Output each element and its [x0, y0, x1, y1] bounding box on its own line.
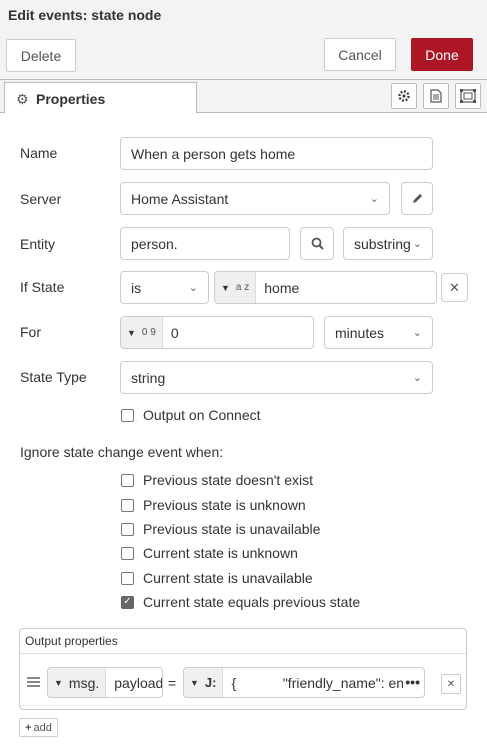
- ignore-option-row: Previous state doesn't exist: [121, 472, 313, 488]
- caret-down-icon: ▼: [190, 677, 199, 688]
- caret-down-icon: ▼: [127, 327, 136, 338]
- ignore-option-label: Current state is unavailable: [143, 570, 313, 586]
- jsonata-type-selector[interactable]: ▼ J:: [184, 668, 224, 697]
- ignore-option-checkbox[interactable]: [121, 522, 134, 536]
- if-state-operator-select[interactable]: is ⌄: [120, 271, 209, 304]
- server-select[interactable]: Home Assistant ⌄: [120, 182, 390, 215]
- for-unit-value: minutes: [335, 324, 385, 341]
- output-on-connect-checkbox[interactable]: [121, 408, 134, 422]
- ignore-option-label: Current state equals previous state: [143, 594, 361, 610]
- property-name: payload: [114, 674, 163, 691]
- msg-prefix: msg.: [68, 674, 100, 691]
- divider: [20, 653, 466, 654]
- dialog-title: Edit events: state node: [0, 0, 487, 30]
- ignore-option-label: Previous state is unavailable: [143, 521, 321, 537]
- entity-match-value: substring: [354, 235, 411, 252]
- entity-input[interactable]: person.: [120, 227, 290, 260]
- ignore-heading: Ignore state change event when:: [20, 444, 224, 460]
- caret-down-icon: ▼: [221, 282, 230, 293]
- state-type-label: State Type: [20, 369, 87, 385]
- entity-match-select[interactable]: substring ⌄: [343, 227, 433, 260]
- ignore-option-row: Previous state is unavailable: [121, 521, 320, 537]
- ignore-option-row: Previous state is unknown: [121, 497, 306, 513]
- for-unit-select[interactable]: minutes ⌄: [324, 316, 433, 349]
- ignore-option-checkbox[interactable]: ✓: [121, 595, 134, 609]
- chevron-down-icon: ⌄: [412, 327, 422, 339]
- number-type-icon: 0 9: [141, 327, 156, 338]
- ignore-option-label: Previous state is unknown: [143, 497, 306, 513]
- if-state-label: If State: [20, 279, 65, 295]
- name-input[interactable]: When a person gets home: [120, 137, 433, 170]
- for-value-input[interactable]: ▼ 0 9 0: [120, 316, 314, 349]
- output-properties-title: Output properties: [25, 634, 118, 648]
- property-value: { "friendly_name": entity: [231, 674, 410, 691]
- property-name-input[interactable]: ▼ msg. payload: [47, 667, 163, 698]
- gear-icon: ⚙: [16, 91, 29, 107]
- ignore-option-label: Current state is unknown: [143, 545, 298, 561]
- output-on-connect-row: Output on Connect: [121, 407, 261, 423]
- gear-icon: [398, 90, 410, 102]
- ignore-option-checkbox[interactable]: [121, 473, 134, 487]
- name-label: Name: [20, 145, 58, 161]
- for-value: 0: [170, 324, 179, 341]
- ignore-option-label: Previous state doesn't exist: [143, 472, 313, 488]
- done-button[interactable]: Done: [411, 38, 473, 71]
- property-value-input[interactable]: ▼ J: { "friendly_name": entity •••: [183, 667, 425, 698]
- msg-type-selector[interactable]: ▼ msg.: [48, 668, 107, 697]
- cancel-button[interactable]: Cancel: [324, 38, 396, 71]
- entity-label: Entity: [20, 236, 56, 252]
- caret-down-icon: ▼: [54, 677, 63, 688]
- ignore-option-checkbox[interactable]: [121, 571, 134, 585]
- document-icon: [430, 89, 442, 103]
- tab-bar: ⚙ Properties: [0, 80, 487, 114]
- output-on-connect-label: Output on Connect: [143, 407, 261, 423]
- remove-row-button[interactable]: ✕: [441, 674, 461, 694]
- server-label: Server: [20, 191, 62, 207]
- clear-if-state-button[interactable]: ✕: [441, 273, 468, 302]
- appearance-tab-icon[interactable]: [455, 83, 481, 109]
- server-select-value: Home Assistant: [131, 190, 229, 207]
- type-selector[interactable]: ▼ 0 9: [121, 317, 163, 348]
- chevron-down-icon: ⌄: [188, 282, 198, 294]
- if-state-value: home: [264, 279, 300, 296]
- ignore-option-row: Current state is unknown: [121, 545, 298, 561]
- tab-properties[interactable]: ⚙ Properties: [4, 82, 197, 114]
- search-icon: [311, 237, 324, 250]
- jsonata-icon: J:: [204, 675, 217, 690]
- edit-server-button[interactable]: [401, 182, 433, 215]
- add-property-button[interactable]: + add: [19, 718, 58, 737]
- ignore-option-row: Current state is unavailable: [121, 570, 313, 586]
- ignore-option-row: ✓ Current state equals previous state: [121, 594, 360, 610]
- if-state-operator-value: is: [131, 279, 142, 296]
- chevron-down-icon: ⌄: [412, 238, 422, 250]
- settings-tab-icon[interactable]: [391, 83, 417, 109]
- pencil-icon: [412, 194, 422, 203]
- close-icon: ✕: [449, 279, 460, 295]
- state-type-value: string: [131, 369, 166, 386]
- add-label: add: [33, 721, 52, 734]
- drag-handle-icon[interactable]: [27, 677, 40, 687]
- if-state-value-input[interactable]: ▼ a z home: [214, 271, 437, 304]
- equals-sign: =: [168, 675, 177, 691]
- state-type-select[interactable]: string ⌄: [120, 361, 433, 394]
- expand-editor-icon[interactable]: •••: [403, 674, 420, 690]
- dialog-toolbar: Delete Cancel Done: [0, 30, 487, 80]
- close-icon: ✕: [446, 678, 456, 690]
- delete-button[interactable]: Delete: [6, 39, 76, 72]
- node-appearance-icon: [460, 89, 476, 103]
- ignore-option-checkbox[interactable]: [121, 546, 134, 560]
- type-selector[interactable]: ▼ a z: [215, 272, 257, 303]
- output-properties-panel: Output properties ▼ msg. payload = ▼ J: …: [19, 628, 467, 710]
- description-tab-icon[interactable]: [423, 83, 449, 109]
- ignore-option-checkbox[interactable]: [121, 498, 134, 512]
- chevron-down-icon: ⌄: [369, 193, 379, 205]
- plus-icon: +: [25, 721, 32, 734]
- entity-search-button[interactable]: [300, 227, 334, 260]
- for-label: For: [20, 324, 41, 340]
- string-type-icon: a z: [235, 282, 250, 293]
- chevron-down-icon: ⌄: [412, 372, 422, 384]
- tab-properties-label: Properties: [36, 91, 106, 107]
- divider: [20, 705, 466, 706]
